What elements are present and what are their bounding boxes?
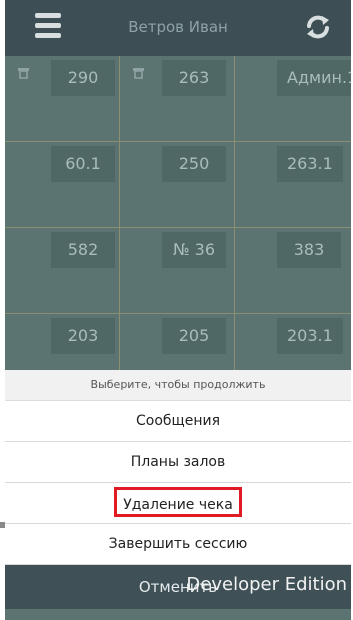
tables-grid: 290 263 Админ.1 60.1 250 263.1 582 № 36 … [5, 56, 351, 370]
table-tile[interactable]: 290 [5, 56, 120, 142]
app-screen: Ветров Иван 290 263 Админ.1 60.1 250 263… [5, 0, 351, 620]
delete-check-option[interactable]: Удаление чека [5, 483, 351, 524]
table-number: 263 [162, 60, 226, 96]
table-number: 203.1 [277, 318, 343, 354]
refresh-icon[interactable] [303, 12, 333, 42]
end-session-option-label: Завершить сессию [108, 536, 248, 552]
table-tile[interactable]: 250 [120, 142, 235, 228]
action-sheet: Выберите, чтобы продолжить Сообщения Пла… [5, 370, 351, 620]
action-sheet-prompt: Выберите, чтобы продолжить [5, 370, 351, 401]
user-name-title: Ветров Иван [128, 18, 228, 36]
table-number: 290 [51, 60, 115, 96]
table-tile[interactable]: 263 [120, 56, 235, 142]
table-tile[interactable]: 203.1 [235, 314, 351, 370]
top-bar: Ветров Иван [5, 0, 351, 56]
table-tile[interactable]: 383 [235, 228, 351, 314]
delete-check-option-label: Удаление чека [114, 487, 242, 517]
floor-plans-option-label: Планы залов [130, 454, 226, 470]
table-tile[interactable]: 205 [120, 314, 235, 370]
table-tile[interactable]: 203 [5, 314, 120, 370]
table-number: 205 [162, 318, 226, 354]
table-number: Админ.1 [277, 60, 351, 96]
table-number: 263.1 [277, 146, 343, 182]
developer-edition-watermark: Developer Edition [186, 574, 347, 595]
table-number: 383 [277, 232, 341, 268]
table-number: 250 [162, 146, 226, 182]
table-tile[interactable]: 582 [5, 228, 120, 314]
table-number: 582 [51, 232, 115, 268]
end-session-option[interactable]: Завершить сессию [5, 524, 351, 565]
table-tile[interactable]: № 36 [120, 228, 235, 314]
table-tile[interactable]: Админ.1 [235, 56, 351, 142]
table-number: № 36 [162, 232, 226, 268]
floor-plans-option[interactable]: Планы залов [5, 442, 351, 483]
table-tile[interactable]: 60.1 [5, 142, 120, 228]
phone-frame: Ветров Иван 290 263 Админ.1 60.1 250 263… [0, 0, 353, 620]
cancel-button[interactable]: Отменить Developer Edition [5, 565, 351, 609]
table-number: 203 [51, 318, 115, 354]
table-tile[interactable]: 263.1 [235, 142, 351, 228]
messages-option-label: Сообщения [135, 413, 220, 429]
cup-icon [133, 68, 144, 79]
messages-option[interactable]: Сообщения [5, 401, 351, 442]
cup-icon [18, 68, 29, 79]
table-number: 60.1 [51, 146, 115, 182]
